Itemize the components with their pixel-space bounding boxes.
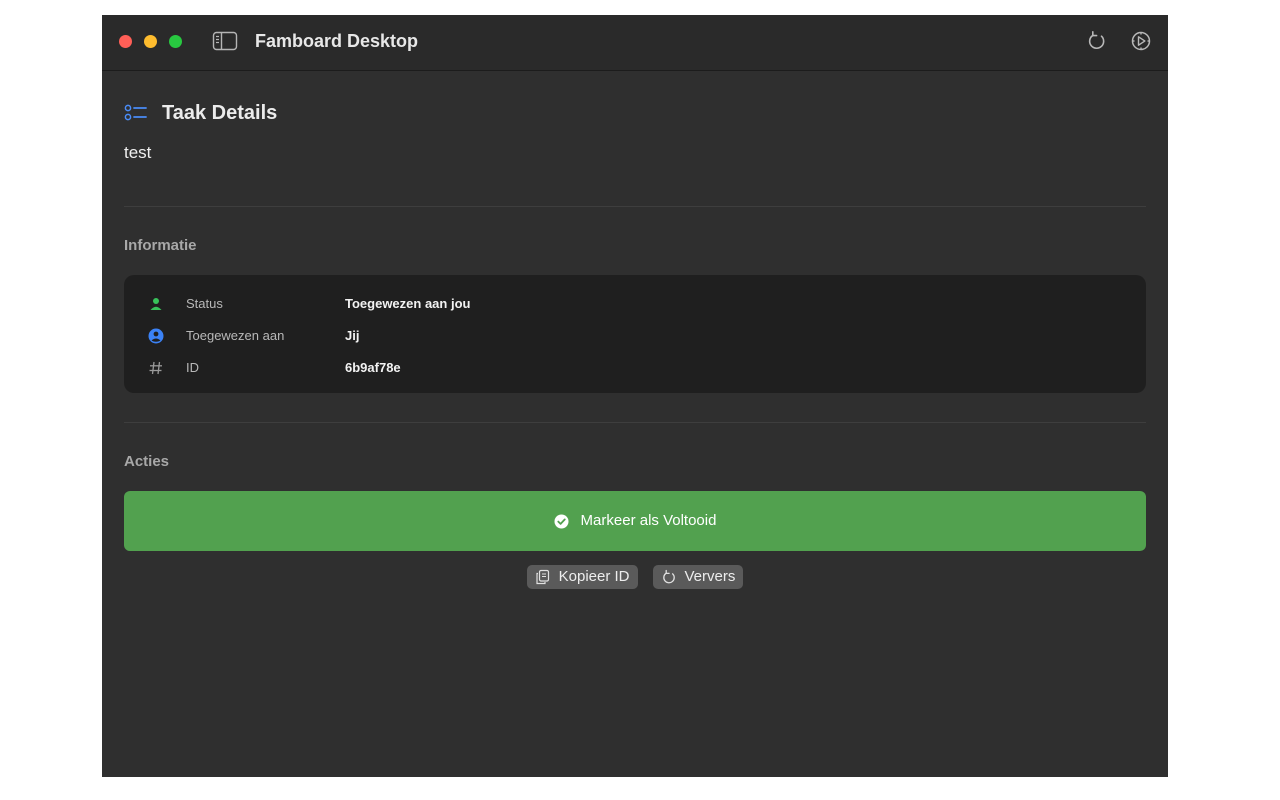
info-label: Status (186, 296, 223, 311)
copy-id-label: Kopieer ID (558, 568, 630, 585)
copy-icon (535, 569, 551, 585)
info-row-assigned: Toegewezen aan Jij (124, 326, 1146, 346)
zoom-window-button[interactable] (169, 35, 182, 48)
close-window-button[interactable] (119, 35, 132, 48)
minimize-window-button[interactable] (144, 35, 157, 48)
info-value: 6b9af78e (345, 360, 401, 375)
divider (124, 422, 1146, 423)
info-label: ID (186, 360, 199, 375)
refresh-icon (661, 569, 677, 585)
info-section-label: Informatie (124, 237, 197, 254)
actions-section-label: Acties (124, 453, 170, 470)
info-row-id: ID 6b9af78e (124, 358, 1146, 378)
app-window: Famboard Desktop Taak Details test Infor… (102, 15, 1168, 777)
info-row-status: Status Toegewezen aan jou (124, 294, 1146, 314)
settings-icon[interactable] (1128, 28, 1154, 54)
info-value: Toegewezen aan jou (345, 296, 471, 311)
info-value: Jij (345, 328, 360, 343)
mark-complete-button[interactable]: Markeer als Voltooid (124, 491, 1146, 551)
checklist-icon (124, 103, 148, 123)
info-label: Toegewezen aan (186, 328, 285, 343)
person-circle-icon (148, 328, 164, 344)
page-title: Taak Details (162, 102, 278, 124)
refresh-icon[interactable] (1084, 28, 1110, 54)
secondary-actions: Kopieer ID Ververs (124, 565, 1146, 589)
divider (124, 206, 1146, 207)
app-title: Famboard Desktop (255, 31, 419, 51)
info-card: Status Toegewezen aan jou Toegewezen aan… (124, 275, 1146, 393)
refresh-label: Ververs (684, 568, 736, 585)
copy-id-button[interactable]: Kopieer ID (526, 565, 638, 589)
person-icon (148, 296, 164, 312)
sidebar-toggle-icon[interactable] (212, 29, 238, 53)
title-bar: Famboard Desktop (102, 15, 1168, 71)
hash-icon (148, 360, 164, 376)
refresh-button[interactable]: Ververs (652, 565, 744, 589)
mark-complete-label: Markeer als Voltooid (580, 512, 717, 529)
task-name: test (124, 143, 152, 162)
checkmark-circle-icon (554, 514, 569, 529)
